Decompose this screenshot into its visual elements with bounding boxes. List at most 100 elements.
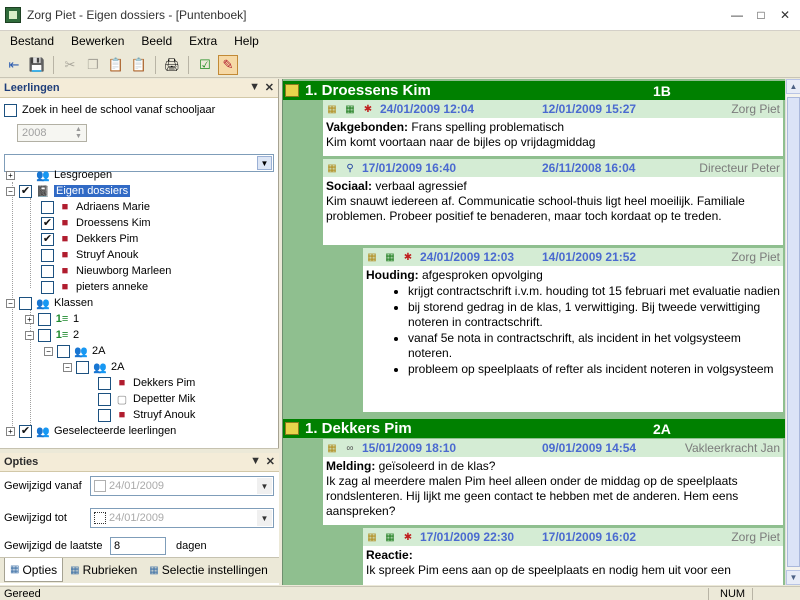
tree-item-student[interactable]: ■ Dekkers Pim	[41, 231, 138, 247]
menu-bestand[interactable]: Bestand	[0, 34, 61, 48]
collapse-icon[interactable]: −	[25, 330, 34, 340]
tab-selectie-instellingen[interactable]: ▦ Selectie instellingen	[144, 558, 273, 582]
maximize-button[interactable]: □	[750, 6, 772, 24]
student-header[interactable]: 1. Droessens Kim 1B	[283, 81, 785, 100]
tree-item-klas-2a-sub[interactable]: − 👥 2A	[63, 359, 124, 375]
app-icon	[5, 7, 21, 23]
expand-icon[interactable]: +	[6, 170, 15, 180]
tree-item-klassen[interactable]: − 👥 Klassen	[6, 295, 93, 311]
menu-bewerken[interactable]: Bewerken	[61, 34, 131, 48]
tree-checkbox[interactable]	[41, 264, 54, 278]
print-icon[interactable]: 🖨	[162, 55, 182, 75]
leerlingen-panel-title: Leerlingen	[4, 82, 60, 94]
panel-tabs: ▦ Opties ▦ Rubrieken ▦ Selectie instelli…	[0, 557, 279, 583]
close-icon[interactable]: ✕	[265, 81, 274, 94]
date-checkbox[interactable]	[94, 480, 106, 492]
laatste-dagen-row: Gewijzigd de laatste 8 dagen	[4, 535, 274, 557]
chevron-down-icon[interactable]: ▼	[257, 478, 272, 494]
selection-icon: ▦	[149, 564, 159, 576]
check-icon[interactable]: ☑	[195, 55, 215, 75]
dossier-entry[interactable]: ▦ ▦ ✱ 24/01/2009 12:03 14/01/2009 21:52 …	[363, 248, 783, 412]
tree-item-klas-2[interactable]: − 1≡ 2	[25, 327, 79, 343]
tree-item-lesgroepen[interactable]: + 👥 Lesgroepen	[6, 167, 112, 183]
paste-icon[interactable]: 📋	[106, 55, 126, 75]
tree-checkbox[interactable]	[41, 232, 54, 246]
opties-panel-header: Opties ▼ ✕	[0, 453, 279, 472]
cut-icon[interactable]: ✂	[60, 55, 80, 75]
tree-checkbox[interactable]	[41, 216, 54, 230]
tree-checkbox[interactable]	[98, 408, 111, 422]
scroll-up-icon[interactable]: ▲	[786, 79, 800, 94]
tree-checkbox[interactable]	[41, 280, 54, 294]
tree-checkbox[interactable]	[57, 344, 70, 358]
student-icon: ■	[61, 249, 69, 261]
chevron-down-icon[interactable]: ▼	[257, 510, 272, 526]
search-school-checkbox[interactable]	[4, 103, 17, 117]
laatste-dagen-input[interactable]: 8	[110, 537, 166, 555]
menu-help[interactable]: Help	[224, 34, 266, 48]
tree-checkbox[interactable]	[41, 200, 54, 214]
close-button[interactable]: ✕	[774, 6, 796, 24]
tab-opties[interactable]: ▦ Opties	[4, 558, 64, 582]
close-icon[interactable]: ✕	[266, 455, 275, 468]
minimize-button[interactable]: —	[726, 6, 748, 24]
tree-checkbox[interactable]	[41, 248, 54, 262]
pin-icon[interactable]: ▼	[249, 81, 260, 93]
student-header[interactable]: 1. Dekkers Pim 2A	[283, 419, 785, 438]
menu-beeld[interactable]: Beeld	[131, 34, 179, 48]
tree-checkbox[interactable]	[98, 392, 111, 406]
puntenboek-icon[interactable]: ✎	[218, 54, 238, 75]
scroll-thumb[interactable]	[787, 97, 800, 567]
year-spin-icon[interactable]: ▲ ▼	[72, 126, 85, 140]
tree-checkbox[interactable]	[19, 296, 32, 310]
tree-item-klas-2a[interactable]: − 👥 2A	[44, 343, 105, 359]
copy-icon[interactable]: ❐	[83, 55, 103, 75]
dossier-entry[interactable]: ▦ ∞ 15/01/2009 18:10 09/01/2009 14:54 Va…	[323, 439, 783, 525]
collapse-icon[interactable]: −	[44, 346, 53, 356]
tree-item-student[interactable]: ■ pieters anneke	[41, 279, 148, 295]
expand-icon[interactable]: +	[25, 314, 34, 324]
tree-item-student[interactable]: ■ Struyf Anouk	[98, 407, 195, 423]
dossier-entry[interactable]: ▦ ⚲ 17/01/2009 16:40 26/11/2008 16:04 Di…	[323, 159, 783, 245]
menu-extra[interactable]: Extra	[179, 34, 224, 48]
tree-checkbox[interactable]	[19, 424, 32, 438]
search-school-label: Zoek in heel de school vanaf schooljaar	[22, 104, 216, 116]
tree-checkbox[interactable]	[98, 376, 111, 390]
tree-checkbox[interactable]	[19, 184, 32, 198]
tree-item-student[interactable]: ■ Adriaens Marie	[41, 199, 150, 215]
note-icon: ▦	[367, 531, 377, 543]
tree-item-klas-1[interactable]: + 1≡ 1	[25, 311, 79, 327]
scroll-down-icon[interactable]: ▼	[786, 570, 800, 585]
tree-item-student[interactable]: ▢ Depetter Mik	[98, 391, 195, 407]
exit-icon[interactable]: ⇤	[4, 55, 24, 75]
vertical-scrollbar[interactable]: ▲ ▼	[785, 79, 800, 585]
pin-icon[interactable]: ▼	[250, 455, 261, 467]
group-icon: 👥	[36, 169, 50, 182]
tree-item-student[interactable]: ■ Droessens Kim	[41, 215, 151, 231]
paste-special-icon[interactable]: 📋	[129, 55, 149, 75]
dossier-entry[interactable]: ▦ ▦ ✱ 24/01/2009 12:04 12/01/2009 15:27 …	[323, 100, 783, 156]
tree-checkbox[interactable]	[38, 312, 51, 326]
tree-item-student[interactable]: ■ Struyf Anouk	[41, 247, 138, 263]
expand-icon[interactable]: +	[6, 426, 15, 436]
toolbar: ⇤ 💾 ✂ ❐ 📋 📋 🖨 ☑ ✎	[0, 52, 800, 78]
tree-item-student[interactable]: ■ Dekkers Pim	[98, 375, 195, 391]
collapse-icon[interactable]: −	[6, 186, 15, 196]
gewijzigd-vanaf-datepicker[interactable]: 24/01/2009 ▼	[90, 476, 274, 496]
status-text: Gereed	[4, 587, 41, 600]
gewijzigd-tot-datepicker[interactable]: 24/01/2009 ▼	[90, 508, 274, 528]
year-stepper[interactable]: 2008 ▲ ▼	[17, 124, 87, 142]
key-icon: ⚲	[346, 162, 354, 174]
tree-item-student[interactable]: ■ Nieuwborg Marleen	[41, 263, 171, 279]
tab-rubrieken[interactable]: ▦ Rubrieken	[65, 558, 142, 582]
date-checkbox[interactable]	[94, 512, 106, 524]
student-folder-icon	[285, 422, 299, 435]
tree-item-eigen-dossiers[interactable]: − 📓 Eigen dossiers	[6, 183, 131, 199]
save-icon[interactable]: 💾	[27, 55, 47, 75]
dossier-entry[interactable]: ▦ ▦ ✱ 17/01/2009 22:30 17/01/2009 16:02 …	[363, 528, 783, 585]
collapse-icon[interactable]: −	[6, 298, 15, 308]
collapse-icon[interactable]: −	[63, 362, 72, 372]
tree-checkbox[interactable]	[76, 360, 89, 374]
tree-item-geselecteerde[interactable]: + 👥 Geselecteerde leerlingen	[6, 423, 176, 439]
tree-checkbox[interactable]	[38, 328, 51, 342]
